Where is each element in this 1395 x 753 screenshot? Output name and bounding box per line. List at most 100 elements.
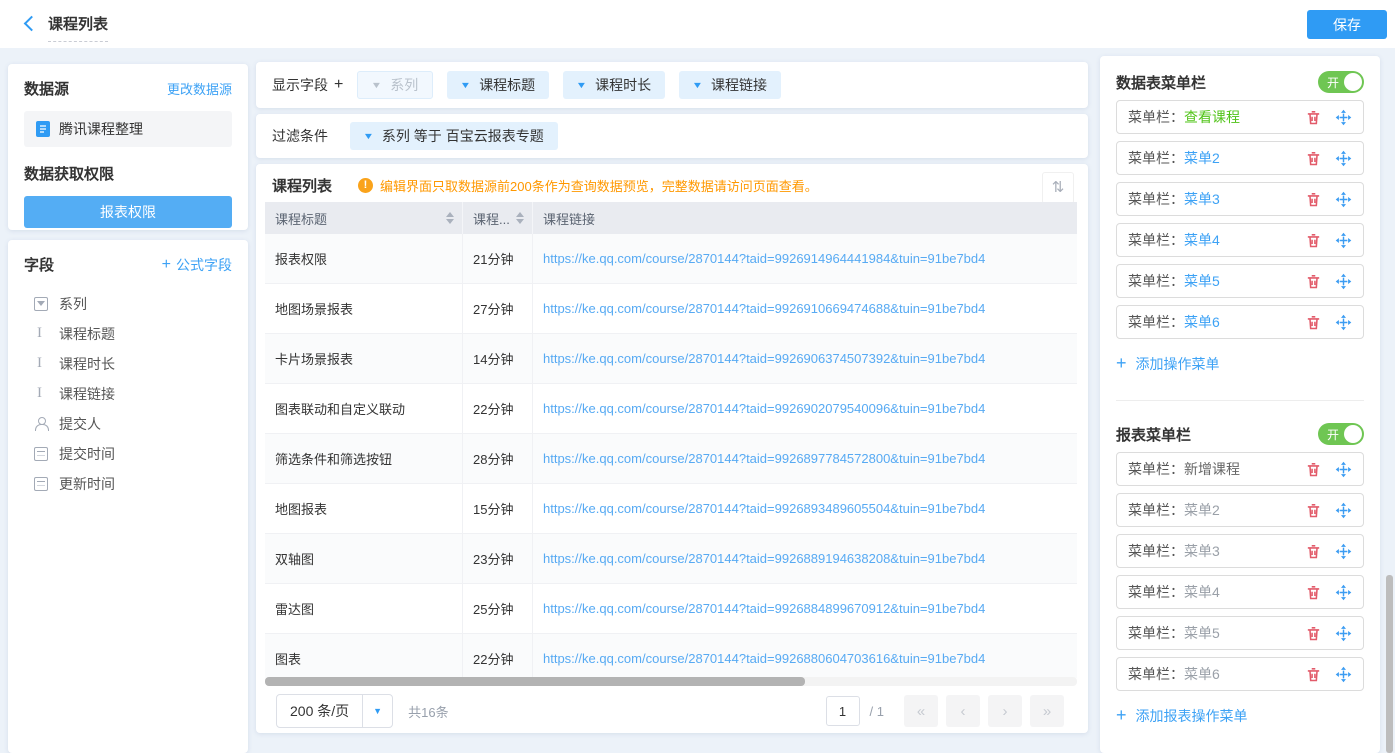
caret-down-icon[interactable]: ▼ xyxy=(576,80,588,90)
delete-icon[interactable] xyxy=(1305,273,1322,290)
move-icon[interactable] xyxy=(1335,314,1352,331)
caret-down-icon[interactable]: ▼ xyxy=(460,80,472,90)
row-order-button[interactable]: ⇅ xyxy=(1042,172,1074,204)
move-icon[interactable] xyxy=(1335,625,1352,642)
save-button[interactable]: 保存 xyxy=(1307,10,1387,39)
delete-icon[interactable] xyxy=(1305,191,1322,208)
delete-icon[interactable] xyxy=(1305,150,1322,167)
course-link[interactable]: https://ke.qq.com/course/2870144?taid=99… xyxy=(543,401,985,416)
delete-icon[interactable] xyxy=(1305,461,1322,478)
table-row[interactable]: 图表联动和自定义联动 22分钟 https://ke.qq.com/course… xyxy=(265,384,1077,434)
move-icon[interactable] xyxy=(1335,543,1352,560)
menu-item-name[interactable]: 菜单4 xyxy=(1184,230,1220,250)
datasource-item[interactable]: 腾讯课程整理 xyxy=(24,111,232,147)
menu-item-name[interactable]: 菜单6 xyxy=(1184,664,1220,684)
field-item[interactable]: 课程时长 xyxy=(24,349,232,379)
course-link[interactable]: https://ke.qq.com/course/2870144?taid=99… xyxy=(543,651,985,666)
page-nav-button[interactable]: ‹ xyxy=(946,695,980,727)
table-row[interactable]: 筛选条件和筛选按钮 28分钟 https://ke.qq.com/course/… xyxy=(265,434,1077,484)
page-scrollbar-thumb[interactable] xyxy=(1386,575,1393,753)
move-icon[interactable] xyxy=(1335,109,1352,126)
field-item[interactable]: 更新时间 xyxy=(24,469,232,499)
field-item[interactable]: 提交时间 xyxy=(24,439,232,469)
page-size-select[interactable]: 200 条/页 ▼ xyxy=(276,694,393,728)
field-tag[interactable]: ▼ 系列 xyxy=(357,71,433,99)
sort-icon[interactable] xyxy=(516,212,524,224)
move-icon[interactable] xyxy=(1335,461,1352,478)
add-display-field-button[interactable]: + xyxy=(334,76,343,94)
page-nav-button[interactable]: › xyxy=(988,695,1022,727)
field-tag[interactable]: ▼ 课程标题 xyxy=(447,71,549,99)
horizontal-scrollbar-thumb[interactable] xyxy=(265,677,805,686)
page-number-input[interactable] xyxy=(826,696,860,726)
menu-item-name[interactable]: 菜单6 xyxy=(1184,312,1220,332)
delete-icon[interactable] xyxy=(1305,232,1322,249)
field-item[interactable]: 提交人 xyxy=(24,409,232,439)
table-menubar-toggle[interactable]: 开 xyxy=(1318,71,1364,93)
table-row[interactable]: 卡片场景报表 14分钟 https://ke.qq.com/course/287… xyxy=(265,334,1077,384)
table-row[interactable]: 报表权限 21分钟 https://ke.qq.com/course/28701… xyxy=(265,234,1077,284)
delete-icon[interactable] xyxy=(1305,109,1322,126)
add-table-menu-link[interactable]: + 添加操作菜单 xyxy=(1116,353,1364,374)
delete-icon[interactable] xyxy=(1305,502,1322,519)
menu-item-name[interactable]: 菜单3 xyxy=(1184,189,1220,209)
menu-item[interactable]: 菜单栏： 查看课程 xyxy=(1116,100,1364,134)
menu-item-name[interactable]: 菜单2 xyxy=(1184,148,1220,168)
delete-icon[interactable] xyxy=(1305,666,1322,683)
add-formula-field-link[interactable]: + 公式字段 xyxy=(162,255,232,275)
move-icon[interactable] xyxy=(1335,666,1352,683)
field-item[interactable]: 系列 xyxy=(24,289,232,319)
page-nav-button[interactable]: « xyxy=(904,695,938,727)
caret-down-icon[interactable]: ▼ xyxy=(363,131,375,141)
course-link[interactable]: https://ke.qq.com/course/2870144?taid=99… xyxy=(543,451,985,466)
move-icon[interactable] xyxy=(1335,273,1352,290)
sort-icon[interactable] xyxy=(446,212,454,224)
course-link[interactable]: https://ke.qq.com/course/2870144?taid=99… xyxy=(543,501,985,516)
move-icon[interactable] xyxy=(1335,191,1352,208)
report-permission-button[interactable]: 报表权限 xyxy=(24,196,232,228)
horizontal-scrollbar-track[interactable] xyxy=(265,677,1077,686)
menu-item-name[interactable]: 查看课程 xyxy=(1184,107,1240,127)
menu-item-name[interactable]: 菜单4 xyxy=(1184,582,1220,602)
course-link[interactable]: https://ke.qq.com/course/2870144?taid=99… xyxy=(543,301,985,316)
column-header-title[interactable]: 课程标题 xyxy=(265,202,463,234)
menu-item[interactable]: 菜单栏： 菜单2 xyxy=(1116,493,1364,527)
caret-down-icon[interactable]: ▼ xyxy=(692,80,704,90)
menu-item-name[interactable]: 菜单5 xyxy=(1184,623,1220,643)
field-tag[interactable]: ▼ 课程链接 xyxy=(679,71,781,99)
move-icon[interactable] xyxy=(1335,584,1352,601)
change-datasource-link[interactable]: 更改数据源 xyxy=(167,79,232,98)
course-link[interactable]: https://ke.qq.com/course/2870144?taid=99… xyxy=(543,601,985,616)
table-row[interactable]: 地图报表 15分钟 https://ke.qq.com/course/28701… xyxy=(265,484,1077,534)
delete-icon[interactable] xyxy=(1305,314,1322,331)
table-row[interactable]: 双轴图 23分钟 https://ke.qq.com/course/287014… xyxy=(265,534,1077,584)
menu-item[interactable]: 菜单栏： 菜单4 xyxy=(1116,223,1364,257)
menu-item[interactable]: 菜单栏： 菜单2 xyxy=(1116,141,1364,175)
add-report-menu-link[interactable]: + 添加报表操作菜单 xyxy=(1116,705,1364,726)
field-item[interactable]: 课程标题 xyxy=(24,319,232,349)
menu-item[interactable]: 菜单栏： 菜单6 xyxy=(1116,305,1364,339)
course-link[interactable]: https://ke.qq.com/course/2870144?taid=99… xyxy=(543,251,985,266)
column-header-duration[interactable]: 课程... xyxy=(463,202,533,234)
course-link[interactable]: https://ke.qq.com/course/2870144?taid=99… xyxy=(543,551,985,566)
menu-item-name[interactable]: 菜单2 xyxy=(1184,500,1220,520)
move-icon[interactable] xyxy=(1335,232,1352,249)
menu-item[interactable]: 菜单栏： 菜单3 xyxy=(1116,534,1364,568)
table-row[interactable]: 雷达图 25分钟 https://ke.qq.com/course/287014… xyxy=(265,584,1077,634)
table-row[interactable]: 地图场景报表 27分钟 https://ke.qq.com/course/287… xyxy=(265,284,1077,334)
caret-down-icon[interactable]: ▼ xyxy=(371,80,383,90)
table-row[interactable]: 图表 22分钟 https://ke.qq.com/course/2870144… xyxy=(265,634,1077,678)
move-icon[interactable] xyxy=(1335,150,1352,167)
report-menubar-toggle[interactable]: 开 xyxy=(1318,423,1364,445)
page-nav-button[interactable]: » xyxy=(1030,695,1064,727)
back-icon[interactable] xyxy=(24,16,40,32)
menu-item[interactable]: 菜单栏： 菜单4 xyxy=(1116,575,1364,609)
menu-item[interactable]: 菜单栏： 菜单3 xyxy=(1116,182,1364,216)
menu-item[interactable]: 菜单栏： 菜单5 xyxy=(1116,616,1364,650)
menu-item[interactable]: 菜单栏： 新增课程 xyxy=(1116,452,1364,486)
menu-item-name[interactable]: 新增课程 xyxy=(1184,459,1240,479)
menu-item-name[interactable]: 菜单5 xyxy=(1184,271,1220,291)
move-icon[interactable] xyxy=(1335,502,1352,519)
delete-icon[interactable] xyxy=(1305,625,1322,642)
caret-down-icon[interactable]: ▼ xyxy=(362,695,392,727)
